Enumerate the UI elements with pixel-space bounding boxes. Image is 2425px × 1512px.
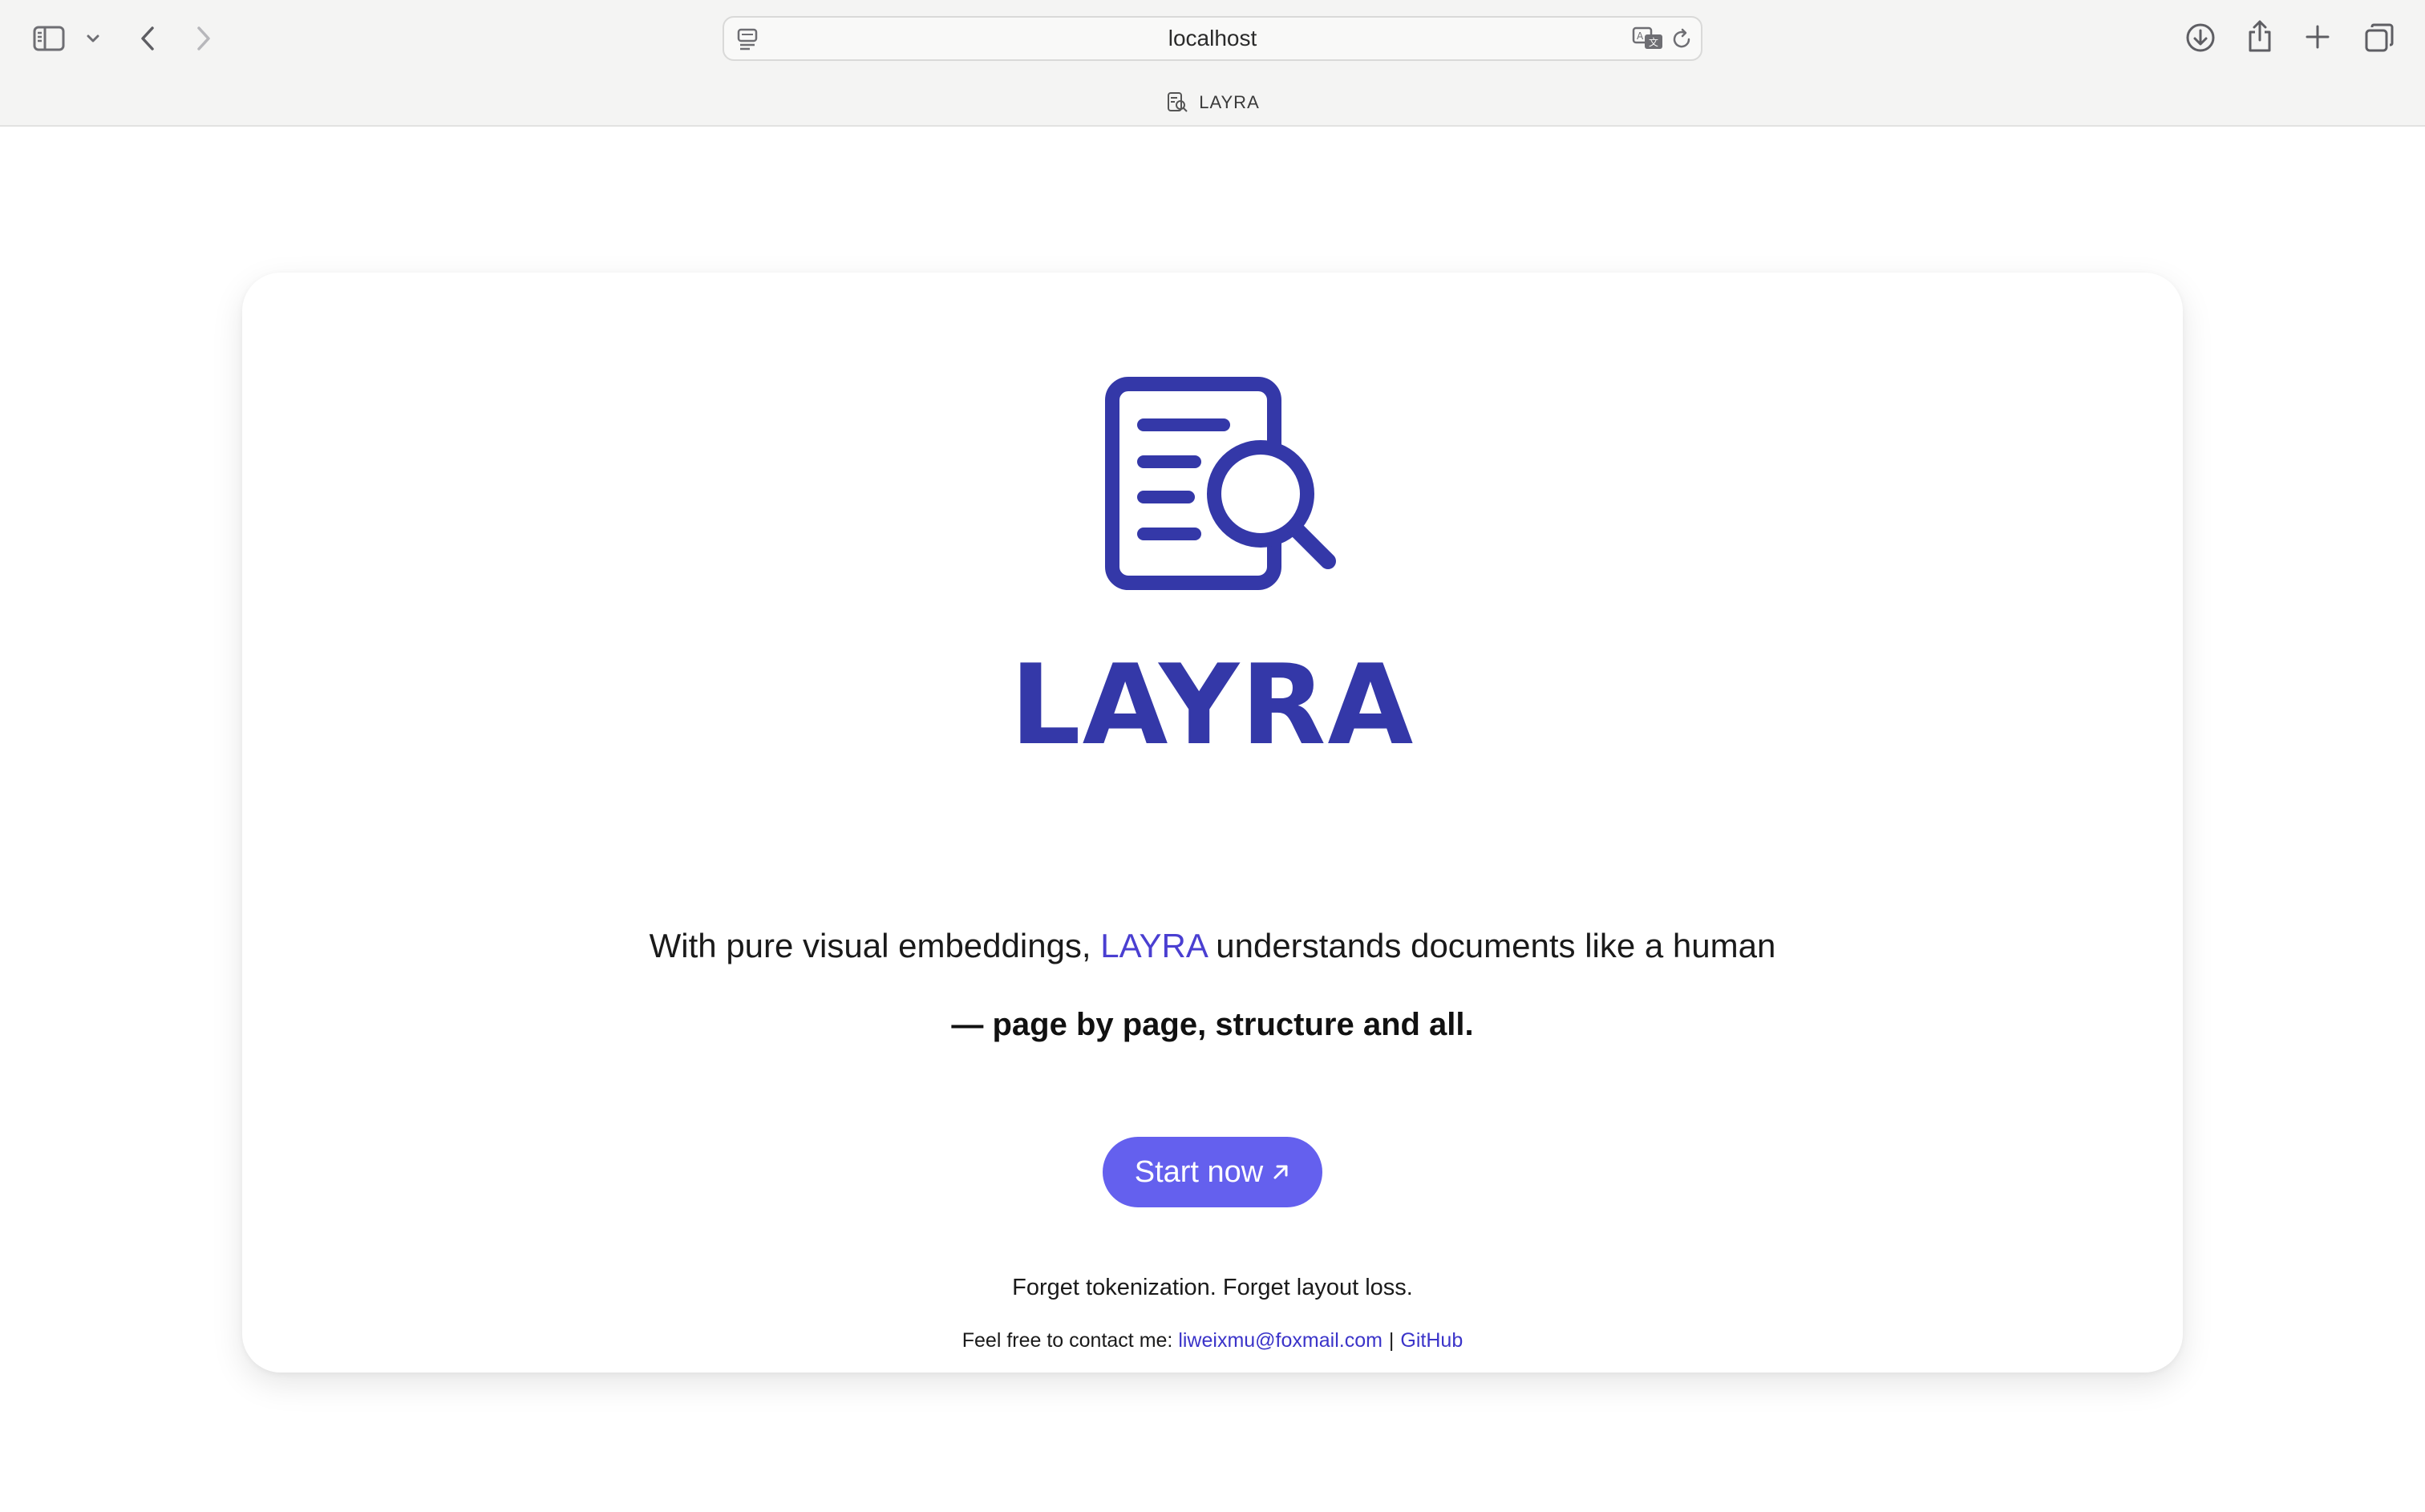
active-tab[interactable]: LAYRA xyxy=(0,88,2425,117)
start-now-label: Start now xyxy=(1134,1154,1264,1189)
tagline: With pure visual embeddings, LAYRA under… xyxy=(0,920,2425,972)
sidebar-icon[interactable] xyxy=(32,24,66,53)
back-icon[interactable] xyxy=(135,22,160,55)
translate-icon[interactable]: A文 xyxy=(1632,26,1664,51)
url-text: localhost xyxy=(1168,26,1257,51)
chevron-down-icon[interactable] xyxy=(83,29,103,48)
arrow-up-right-icon xyxy=(1271,1162,1290,1182)
tagline-bold: — page by page, structure and all. xyxy=(951,1007,1474,1042)
document-search-icon xyxy=(1105,377,1338,593)
address-bar[interactable]: localhost A文 xyxy=(723,16,1702,61)
github-link[interactable]: GitHub xyxy=(1400,1329,1463,1352)
favicon-icon xyxy=(1165,91,1189,115)
browser-toolbar: localhost A文 LAYRA xyxy=(0,0,2425,127)
brand-title: LAYRA xyxy=(1010,641,1415,770)
contact-separator: | xyxy=(1388,1329,1395,1352)
new-tab-icon[interactable] xyxy=(2303,22,2332,51)
svg-text:文: 文 xyxy=(1649,36,1658,48)
download-icon[interactable] xyxy=(2184,21,2217,55)
svg-text:A: A xyxy=(1637,30,1644,42)
contact-line: Feel free to contact me: liweixmu@foxmai… xyxy=(0,1324,2425,1356)
forward-icon[interactable] xyxy=(191,22,217,55)
share-icon[interactable] xyxy=(2245,18,2274,55)
email-link[interactable]: liweixmu@foxmail.com xyxy=(1178,1329,1383,1352)
tab-overview-icon[interactable] xyxy=(2364,22,2395,53)
tagline-prefix: With pure visual embeddings, xyxy=(649,927,1101,964)
contact-prefix: Feel free to contact me: xyxy=(961,1329,1179,1352)
tagline-brand-highlight: LAYRA xyxy=(1100,927,1207,964)
tagline-suffix: understands documents like a human xyxy=(1206,927,1776,964)
tab-title-text: LAYRA xyxy=(1199,92,1260,112)
start-now-button[interactable]: Start now xyxy=(1103,1137,1322,1207)
subline: Forget tokenization. Forget layout loss. xyxy=(1012,1275,1413,1300)
reload-icon[interactable] xyxy=(1670,27,1694,51)
